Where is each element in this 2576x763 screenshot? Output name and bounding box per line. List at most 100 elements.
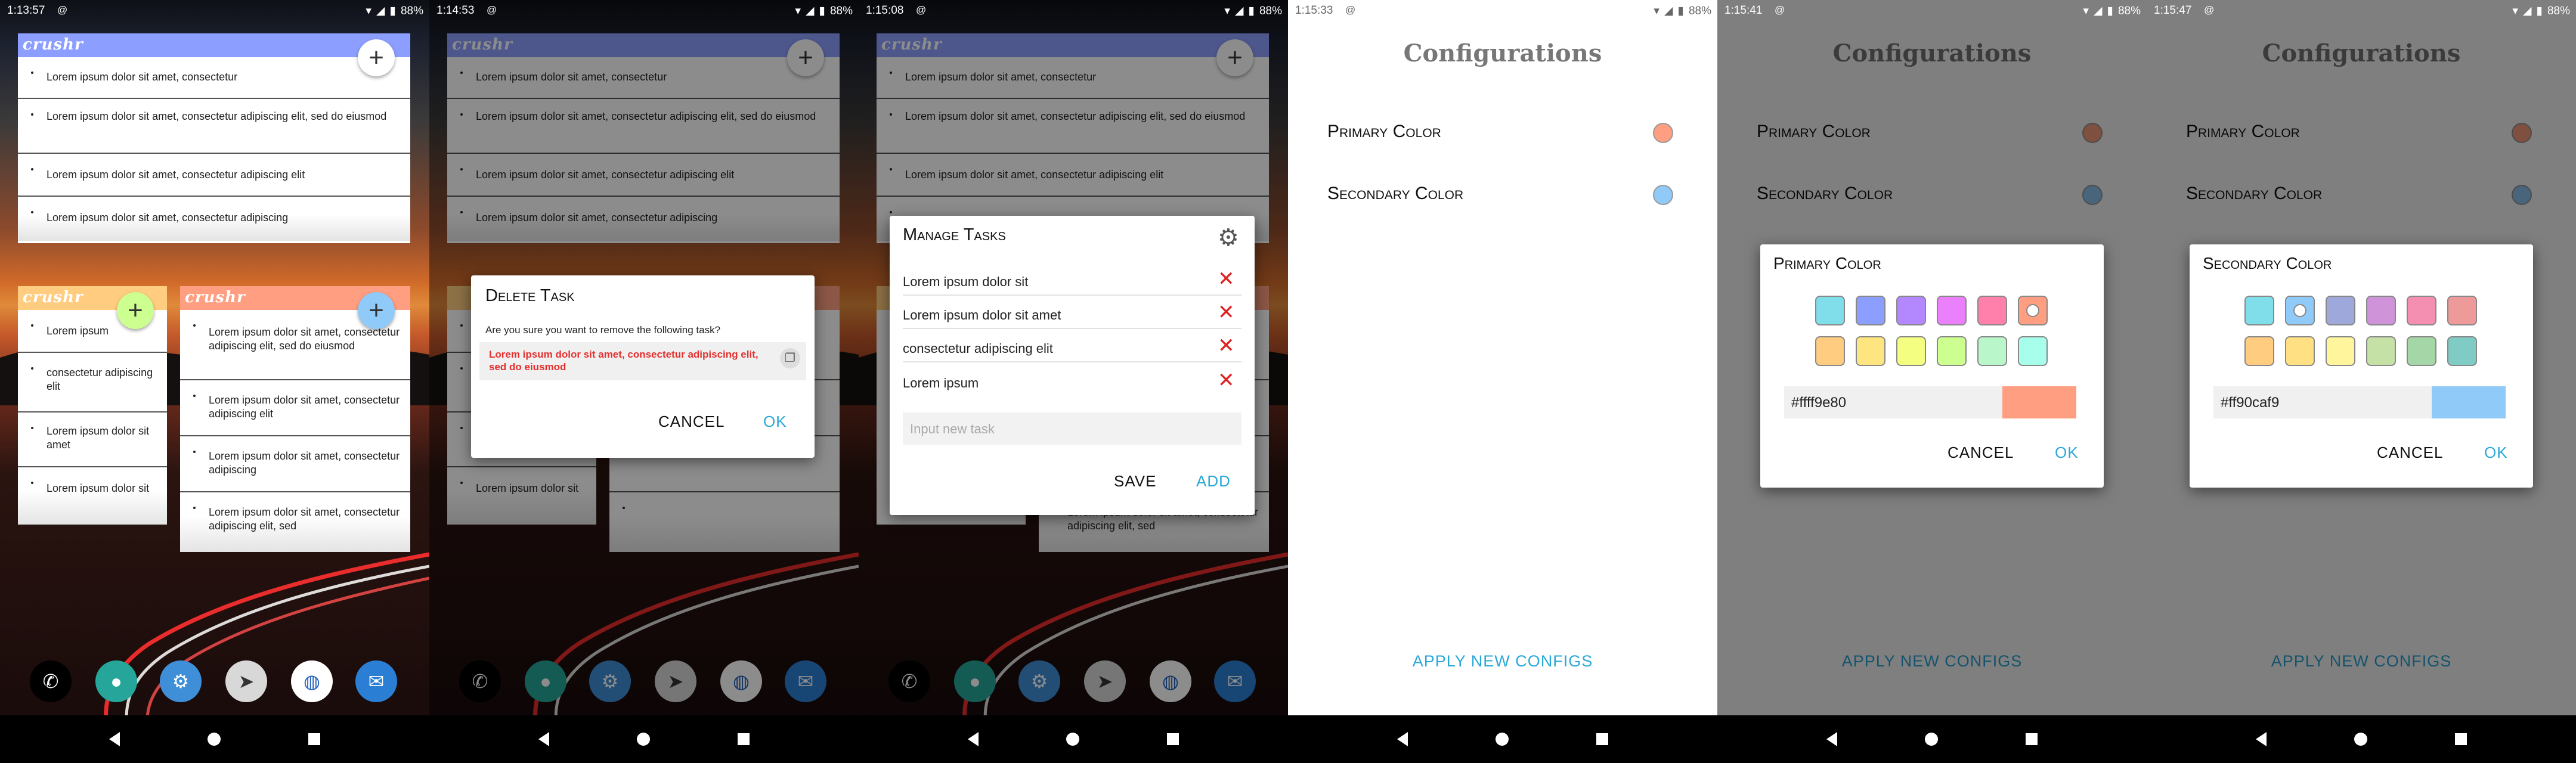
settings-icon[interactable]: ⚙ <box>160 660 202 702</box>
task-item[interactable]: Lorem ipsum dolor sit amet, consectetur … <box>180 492 410 552</box>
task-item[interactable]: Lorem ipsum dolor sit amet, consectetur … <box>180 380 410 436</box>
secondary-color-label[interactable]: Secondary Color <box>1327 184 1463 204</box>
apply-configs-button[interactable]: APPLY NEW CONFIGS <box>1288 652 1717 671</box>
battery-level: 88% <box>1259 4 1282 17</box>
color-swatch[interactable] <box>2285 336 2315 366</box>
new-task-input[interactable]: Input new task <box>903 412 1241 445</box>
add-task-button[interactable]: + <box>358 39 395 76</box>
color-swatch[interactable] <box>2366 336 2396 366</box>
color-swatch[interactable] <box>2447 336 2477 366</box>
hex-value: #ffff9e80 <box>1791 395 1847 411</box>
recents-button[interactable] <box>308 733 320 745</box>
home-button[interactable] <box>1495 733 1509 746</box>
color-swatch[interactable] <box>2447 296 2477 325</box>
color-swatch[interactable] <box>1937 336 1967 366</box>
task-item[interactable]: Lorem ipsum dolor sit amet <box>18 412 167 467</box>
mail-icon[interactable]: ✉ <box>355 660 397 702</box>
color-swatch[interactable] <box>2285 296 2315 325</box>
ok-button[interactable]: OK <box>2055 443 2079 462</box>
task-item[interactable]: Lorem ipsum dolor sit amet, consectetur … <box>18 154 410 197</box>
remove-task-icon[interactable]: ✕ <box>1218 368 1235 392</box>
recents-button[interactable] <box>2025 733 2038 745</box>
color-swatch[interactable] <box>2244 336 2274 366</box>
wifi-icon: ▾ <box>795 5 801 17</box>
color-swatch[interactable] <box>1937 296 1967 325</box>
color-swatch[interactable] <box>2326 296 2355 325</box>
home-button[interactable] <box>207 733 221 746</box>
primary-color-label[interactable]: Primary Color <box>1327 122 1441 142</box>
save-button[interactable]: SAVE <box>1114 472 1156 491</box>
hex-input[interactable]: #ff90caf9 <box>2213 386 2506 418</box>
color-swatch[interactable] <box>1815 336 1845 366</box>
back-button[interactable] <box>968 732 979 746</box>
copy-icon[interactable]: ❐ <box>780 348 800 368</box>
recents-button[interactable] <box>2454 733 2467 745</box>
task-item[interactable]: Lorem ipsum dolor sit <box>18 467 167 525</box>
home-button[interactable] <box>1924 733 1938 746</box>
color-swatch[interactable] <box>2326 336 2355 366</box>
cancel-button[interactable]: CANCEL <box>2377 443 2443 462</box>
delete-task-dialog: Delete Task Are you sure you want to rem… <box>471 275 815 458</box>
color-swatch[interactable] <box>2244 296 2274 325</box>
screen-secondary-color-picker: Configurations Primary Color Secondary C… <box>2147 0 2576 763</box>
cancel-button[interactable]: CANCEL <box>658 412 724 431</box>
color-swatch[interactable] <box>2018 336 2048 366</box>
task-item[interactable]: Lorem ipsum dolor sit amet, consectetur … <box>180 436 410 492</box>
remove-task-icon[interactable]: ✕ <box>1218 334 1235 358</box>
signal-icon: ◢ <box>2093 5 2103 17</box>
task-entry[interactable]: Lorem ipsum <box>903 376 979 391</box>
color-swatch[interactable] <box>1856 336 1885 366</box>
task-item[interactable]: consectetur adipiscing elit <box>18 353 167 412</box>
widget-header: crushr <box>18 33 410 57</box>
recents-button[interactable] <box>1596 733 1608 745</box>
telegram-icon[interactable]: ➤ <box>225 660 267 702</box>
remove-task-icon[interactable]: ✕ <box>1218 300 1235 324</box>
back-button[interactable] <box>538 732 550 746</box>
hex-input[interactable]: #ffff9e80 <box>1784 386 2076 418</box>
secondary-color-swatch[interactable] <box>1653 185 1673 205</box>
task-item[interactable]: Lorem ipsum dolor sit amet, consectetur … <box>18 197 410 241</box>
color-swatch[interactable] <box>1896 296 1926 325</box>
primary-color-swatch[interactable] <box>1653 123 1673 143</box>
task-entry[interactable]: Lorem ipsum dolor sit amet <box>903 308 1061 323</box>
color-preview <box>2002 386 2076 418</box>
color-swatch[interactable] <box>1856 296 1885 325</box>
chat-icon[interactable]: ● <box>95 660 137 702</box>
color-swatch[interactable] <box>2018 296 2048 325</box>
home-button[interactable] <box>1066 733 1079 746</box>
clock: 1:15:41 <box>1724 4 1763 17</box>
color-swatch[interactable] <box>2407 296 2436 325</box>
color-swatch[interactable] <box>1815 296 1845 325</box>
home-button[interactable] <box>636 733 650 746</box>
cancel-button[interactable]: CANCEL <box>1948 443 2014 462</box>
phone-icon[interactable]: ✆ <box>30 660 72 702</box>
color-swatch[interactable] <box>1896 336 1926 366</box>
add-task-button[interactable]: + <box>117 292 154 329</box>
color-swatch[interactable] <box>2366 296 2396 325</box>
color-swatch[interactable] <box>1977 296 2007 325</box>
remove-task-icon[interactable]: ✕ <box>1218 267 1235 291</box>
ok-button[interactable]: OK <box>2484 443 2508 462</box>
ok-button[interactable]: OK <box>763 412 787 431</box>
back-button[interactable] <box>2256 732 2267 746</box>
notification-icon: @ <box>1775 4 1785 15</box>
task-entry[interactable]: Lorem ipsum dolor sit <box>903 274 1028 290</box>
task-item[interactable]: Lorem ipsum dolor sit amet, consectetur … <box>18 99 410 154</box>
recents-button[interactable] <box>737 733 750 745</box>
add-button[interactable]: ADD <box>1196 472 1231 491</box>
color-swatch[interactable] <box>1977 336 2007 366</box>
recents-button[interactable] <box>1166 733 1179 745</box>
add-task-button[interactable]: + <box>358 292 395 329</box>
settings-gear-icon[interactable]: ⚙ <box>1218 224 1239 252</box>
battery-level: 88% <box>1688 4 1711 17</box>
color-swatch[interactable] <box>2407 336 2436 366</box>
back-button[interactable] <box>109 732 120 746</box>
home-button[interactable] <box>2354 733 2367 746</box>
back-button[interactable] <box>1826 732 1838 746</box>
back-button[interactable] <box>1397 732 1408 746</box>
divider <box>903 294 1241 296</box>
task-entry[interactable]: consectetur adipiscing elit <box>903 341 1053 356</box>
status-bar: 1:15:08 @ ▾ ◢ ▮ 88% <box>859 0 1288 20</box>
task-item[interactable]: Lorem ipsum dolor sit amet, consectetur <box>18 57 410 99</box>
browser-icon[interactable]: ◍ <box>291 660 333 702</box>
